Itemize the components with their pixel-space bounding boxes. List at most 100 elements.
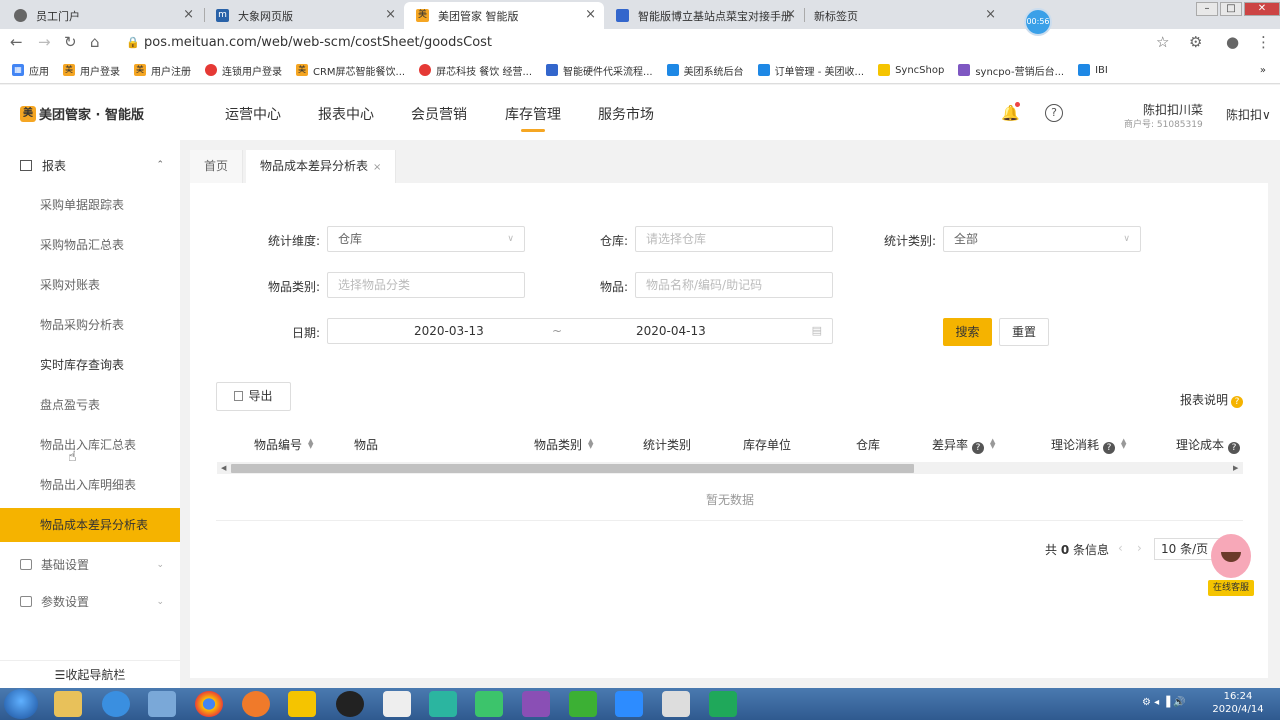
report-explain-link[interactable]: 报表说明? (1180, 391, 1244, 408)
extension-icon[interactable]: ⚙ (1189, 33, 1202, 51)
zoom-icon[interactable] (615, 691, 643, 717)
dimension-select[interactable]: 仓库 ∨ (327, 226, 525, 252)
media-icon[interactable] (148, 691, 176, 717)
bookmark[interactable]: 订单管理 - 美团收... (757, 63, 864, 78)
profile-icon[interactable]: ● (1226, 33, 1239, 51)
bookmark[interactable]: 智能硬件代采流程... (546, 63, 653, 78)
scroll-left-icon[interactable]: ◀ (221, 464, 226, 472)
explorer-icon[interactable] (54, 691, 82, 717)
export-button[interactable]: 导出 (216, 382, 291, 411)
bookmark[interactable]: 屏芯科技 餐饮 经营... (419, 63, 532, 78)
bookmark[interactable]: 连锁用户登录 (205, 63, 282, 78)
app-logo[interactable]: 美美团管家 · 智能版 (20, 104, 144, 123)
taskbar-clock[interactable]: 16:24 2020/4/14 (1208, 690, 1268, 716)
sidebar-item[interactable]: 采购对账表 (0, 268, 180, 302)
star-icon[interactable]: ☆ (1156, 33, 1169, 51)
question-icon[interactable]: ? (972, 442, 985, 454)
sidebar-group-reports[interactable]: 报表 ⌃ (0, 140, 180, 190)
bookmarks-more[interactable]: » (1260, 65, 1266, 76)
help-icon[interactable]: ? (1045, 104, 1063, 122)
user-menu[interactable]: 陈扣扣∨ (1226, 106, 1271, 123)
sidebar-item[interactable]: 采购物品汇总表 (0, 228, 180, 262)
column-header[interactable]: 物品编号 ▲ ▼ (254, 436, 313, 453)
sort-icon[interactable]: ▲ ▼ (308, 438, 313, 450)
firefox-icon[interactable] (242, 691, 270, 717)
bookmark[interactable]: 美用户登录 (63, 63, 120, 78)
calculator-icon[interactable] (383, 691, 411, 717)
mascot-app-icon[interactable] (662, 691, 690, 717)
browser-tab[interactable]: 员工门户 × (2, 2, 202, 29)
start-button[interactable] (4, 689, 38, 719)
browser-tab[interactable]: 新标签页 × (804, 2, 1004, 29)
browser-tab[interactable]: m 大象网页版 × (204, 2, 404, 29)
window-close-icon[interactable]: ✕ (1244, 2, 1280, 16)
close-icon[interactable]: × (585, 7, 596, 22)
sidebar-item[interactable]: 采购单据跟踪表 (0, 188, 180, 222)
column-header[interactable]: 理论成本? (1176, 436, 1241, 454)
sidebar-item[interactable]: 物品出入库明细表 (0, 468, 180, 502)
reset-button[interactable]: 重置 (999, 318, 1049, 346)
bookmark[interactable]: SyncShop (878, 64, 944, 76)
browser-tab-active[interactable]: 美 美团管家 智能版 × (404, 2, 604, 29)
minimize-icon[interactable]: – (1196, 2, 1218, 16)
forward-icon[interactable]: → (38, 33, 51, 51)
warehouse-select[interactable]: 请选择仓库 (635, 226, 833, 252)
menu-icon[interactable]: ⋮ (1256, 33, 1271, 51)
column-header[interactable]: 物品类别 ▲ ▼ (534, 436, 593, 453)
meituan-pos-icon[interactable] (429, 691, 457, 717)
sidebar-item[interactable]: 物品采购分析表 (0, 308, 180, 342)
sort-icon[interactable]: ▲ ▼ (990, 438, 995, 450)
column-header[interactable]: 理论消耗 ?▲ ▼ (1051, 436, 1126, 454)
sidebar-group-params[interactable]: 参数设置 ⌄ (0, 585, 180, 619)
bookmark[interactable]: IBI (1078, 64, 1108, 76)
stat-type-select[interactable]: 全部 ∨ (943, 226, 1141, 252)
bookmark-apps[interactable]: ▦ 应用 (12, 63, 49, 78)
sidebar-group-basic[interactable]: 基础设置 ⌄ (0, 548, 180, 582)
close-icon[interactable]: × (183, 7, 194, 22)
wechat-icon[interactable] (569, 691, 597, 717)
reload-icon[interactable]: ↻ (64, 33, 77, 51)
sort-icon[interactable]: ▲ ▼ (1121, 438, 1126, 450)
sort-icon[interactable]: ▲ ▼ (588, 438, 593, 450)
chrome-icon[interactable] (195, 691, 223, 717)
date-end[interactable]: 2020-04-13 (636, 319, 706, 343)
bookmark[interactable]: 美用户注册 (134, 63, 191, 78)
column-header[interactable]: 差异率 ?▲ ▼ (932, 436, 995, 454)
bookmark[interactable]: syncpo-营销后台... (958, 63, 1064, 78)
player-icon[interactable] (475, 691, 503, 717)
prev-page-icon[interactable]: ‹ (1118, 541, 1123, 555)
sidebar-item[interactable]: 盘点盈亏表 (0, 388, 180, 422)
bookmark[interactable]: 美 CRM屏芯智能餐饮... (296, 63, 405, 78)
category-select[interactable]: 选择物品分类 (327, 272, 525, 298)
winrar-icon[interactable] (522, 691, 550, 717)
url-field[interactable]: 🔒 pos.meituan.com/web/web-scm/costSheet/… (118, 33, 1178, 53)
ie-icon[interactable] (102, 691, 130, 717)
nav-reports[interactable]: 报表中心 (318, 104, 374, 124)
next-page-icon[interactable]: › (1137, 541, 1142, 555)
close-icon[interactable]: × (373, 162, 381, 173)
date-range-picker[interactable]: 2020-03-13 ~ 2020-04-13 ▤ (327, 318, 833, 344)
sidebar-item[interactable]: 物品出入库汇总表 (0, 428, 180, 462)
bell-icon[interactable]: 🔔 (1001, 102, 1020, 122)
date-start[interactable]: 2020-03-13 (414, 319, 484, 343)
maximize-icon[interactable]: □ (1220, 2, 1242, 16)
nav-members[interactable]: 会员营销 (411, 104, 467, 124)
item-input[interactable]: 物品名称/编码/助记码 (635, 272, 833, 298)
online-service-widget[interactable]: 在线客服 (1208, 534, 1254, 596)
meituan-app-icon[interactable] (288, 691, 316, 717)
back-icon[interactable]: ← (10, 33, 23, 51)
question-icon[interactable]: ? (1228, 442, 1241, 454)
scroll-right-icon[interactable]: ▶ (1233, 464, 1238, 472)
nav-operations[interactable]: 运营中心 (225, 104, 281, 124)
browser-tab[interactable]: 智能版博立基站点菜宝对接手册 × (604, 2, 804, 29)
tab-home[interactable]: 首页 (190, 150, 244, 183)
question-icon[interactable]: ? (1103, 442, 1116, 454)
nav-inventory[interactable]: 库存管理 (505, 104, 561, 132)
spreadsheet-icon[interactable] (709, 691, 737, 717)
scrollbar-thumb[interactable] (231, 464, 914, 473)
qq-icon[interactable] (336, 691, 364, 717)
sidebar-item[interactable]: 实时库存查询表 (0, 348, 180, 382)
tab-cost-analysis[interactable]: 物品成本差异分析表 × (246, 150, 397, 183)
close-icon[interactable]: × (385, 7, 396, 22)
search-button[interactable]: 搜索 (943, 318, 992, 346)
